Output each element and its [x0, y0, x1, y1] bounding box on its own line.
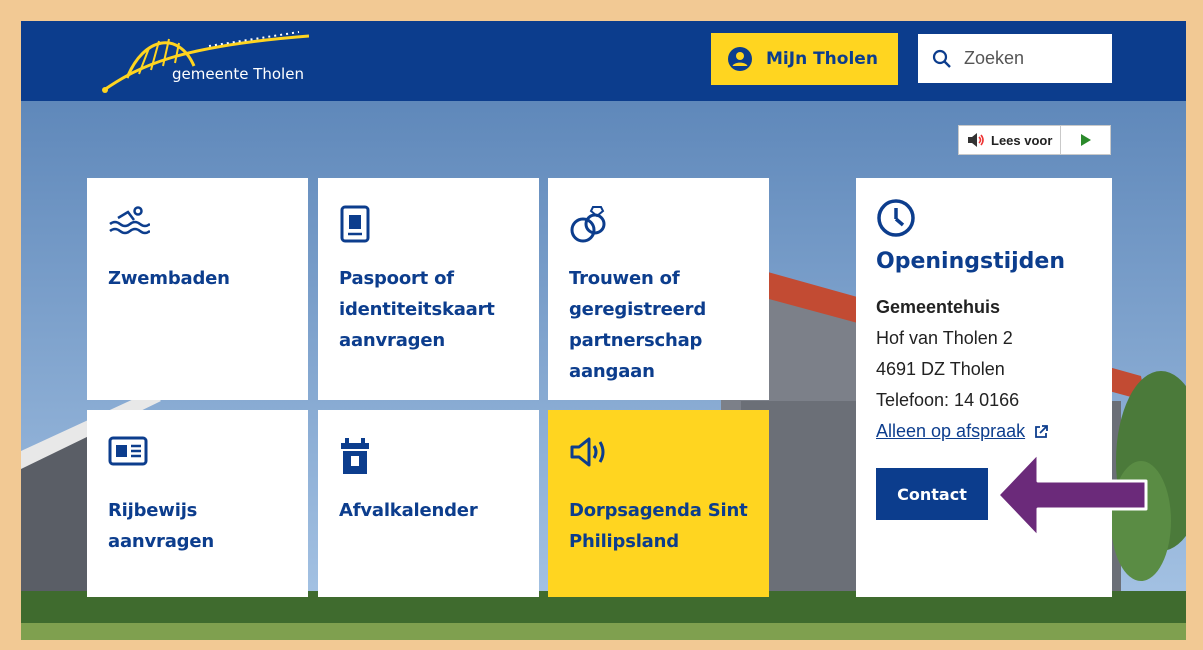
- search-placeholder: Zoeken: [964, 48, 1025, 68]
- user-icon: [728, 47, 752, 71]
- speaker-icon: [968, 133, 984, 147]
- mijn-tholen-label: MiJn Tholen: [766, 49, 878, 69]
- play-button[interactable]: [1061, 126, 1110, 154]
- gemeente-tholen-logo[interactable]: [99, 26, 309, 96]
- tile-label: Zwembaden: [108, 268, 230, 289]
- lees-voor-button[interactable]: Lees voor: [959, 126, 1062, 154]
- tile-label: Dorpsagenda Sint Philipsland: [569, 500, 748, 552]
- site-header: gemeente Tholen MiJn Tholen Zoeken: [21, 21, 1186, 101]
- clock-icon: [877, 199, 915, 237]
- tile-label: Paspoort of identiteitskaart aanvragen: [339, 268, 495, 351]
- search-input[interactable]: Zoeken: [918, 34, 1112, 83]
- mijn-tholen-button[interactable]: MiJn Tholen: [711, 33, 898, 85]
- tile-zwembaden[interactable]: Zwembaden: [87, 178, 308, 400]
- tile-paspoort[interactable]: Paspoort of identiteitskaart aanvragen: [318, 178, 539, 400]
- lees-voor-label: Lees voor: [991, 132, 1053, 148]
- tile-rijbewijs[interactable]: Rijbewijs aanvragen: [87, 410, 308, 597]
- external-link-icon: [1035, 424, 1049, 438]
- phone-number: Telefoon: 14 0166: [876, 390, 1020, 410]
- swimming-icon: [109, 206, 151, 235]
- page-frame: gemeente Tholen MiJn Tholen Zoeken Lees …: [21, 21, 1186, 640]
- lees-voor-widget[interactable]: Lees voor: [958, 125, 1111, 155]
- rings-icon: [570, 206, 606, 243]
- logo-text: gemeente Tholen: [172, 65, 304, 83]
- tile-afvalkalender[interactable]: Afvalkalender: [318, 410, 539, 597]
- annotation-arrow-icon: [996, 451, 1148, 539]
- drivers-license-icon: [108, 436, 148, 466]
- search-icon: [932, 49, 951, 68]
- appointment-link[interactable]: Alleen op afspraak: [876, 416, 1112, 447]
- tile-label: Afvalkalender: [339, 500, 478, 521]
- tile-label: Trouwen of geregistreerd partnerschap aa…: [569, 268, 707, 382]
- appointment-link-label: Alleen op afspraak: [876, 421, 1026, 441]
- passport-icon: [340, 205, 370, 243]
- address-line-1: Hof van Tholen 2: [876, 328, 1013, 348]
- play-icon: [1080, 134, 1091, 146]
- tile-dorpsagenda[interactable]: Dorpsagenda Sint Philipsland: [548, 410, 769, 597]
- contact-button[interactable]: Contact: [876, 468, 988, 520]
- opening-hours-title: Openingstijden: [876, 249, 1066, 274]
- address-line-2: 4691 DZ Tholen: [876, 359, 1005, 379]
- tile-label: Rijbewijs aanvragen: [108, 500, 214, 552]
- waste-bin-icon: [341, 438, 369, 474]
- megaphone-icon: [570, 437, 605, 467]
- location-name: Gemeentehuis: [876, 297, 1001, 317]
- tile-trouwen[interactable]: Trouwen of geregistreerd partnerschap aa…: [548, 178, 769, 400]
